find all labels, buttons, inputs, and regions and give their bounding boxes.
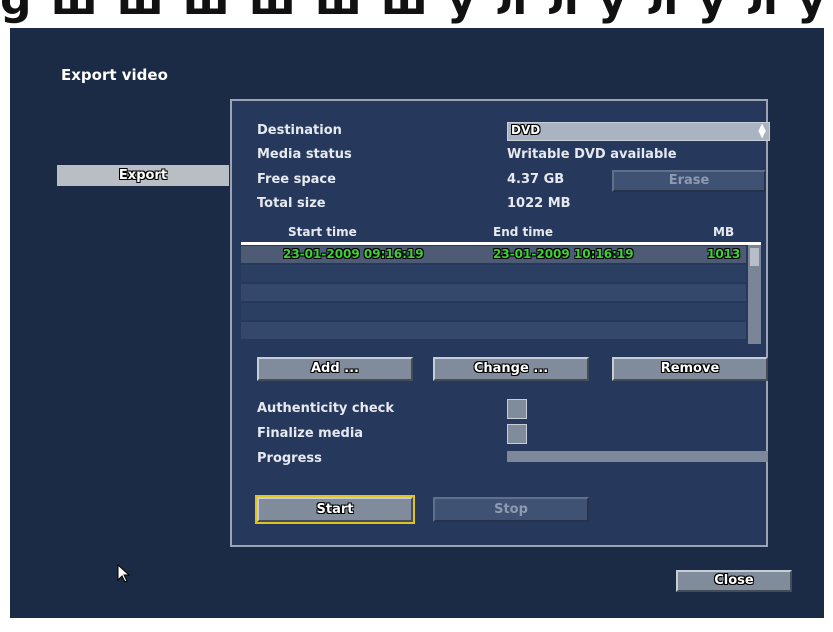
start-button[interactable]: Start bbox=[255, 495, 415, 524]
export-table: Start time End time MB 23-01-2009 09:16:… bbox=[241, 224, 761, 344]
header-divider bbox=[241, 242, 761, 245]
progress-label: Progress bbox=[257, 451, 322, 466]
table-row[interactable] bbox=[241, 284, 746, 301]
export-panel: Destination DVD ▲ ▼ Media status Writable… bbox=[230, 99, 770, 547]
authenticity-check-checkbox[interactable] bbox=[507, 399, 527, 419]
total-size-label: Total size bbox=[257, 196, 326, 211]
row-end-time: 23-01-2009 10:16:19 bbox=[493, 247, 634, 261]
table-row[interactable] bbox=[241, 303, 746, 320]
close-button[interactable]: Close bbox=[676, 570, 792, 592]
free-space-value: 4.37 GB bbox=[507, 172, 565, 187]
total-size-value: 1022 MB bbox=[507, 196, 571, 211]
column-mb[interactable]: MB bbox=[713, 225, 734, 239]
row-mb: 1013 bbox=[707, 247, 741, 261]
media-status-value: Writable DVD available bbox=[507, 147, 677, 162]
sidebar-tab-export[interactable]: Export bbox=[57, 165, 229, 186]
column-end-time[interactable]: End time bbox=[493, 225, 553, 239]
destination-label: Destination bbox=[257, 123, 342, 138]
table-row[interactable]: 23-01-2009 09:16:19 23-01-2009 10:16:19 … bbox=[241, 246, 746, 263]
scrollbar-thumb[interactable] bbox=[750, 248, 759, 266]
top-cropped-text: g ш ш ш ш ш ш у л л у л у л у ( bbox=[0, 0, 833, 28]
change-button[interactable]: Change ... bbox=[433, 357, 589, 381]
destination-value: DVD bbox=[511, 123, 541, 137]
table-scrollbar[interactable] bbox=[748, 245, 761, 344]
mouse-cursor-icon bbox=[117, 564, 131, 583]
add-button[interactable]: Add ... bbox=[257, 357, 413, 381]
column-start-time[interactable]: Start time bbox=[288, 225, 357, 239]
authenticity-check-label: Authenticity check bbox=[257, 401, 395, 416]
erase-button[interactable]: Erase bbox=[612, 170, 766, 192]
destination-select[interactable]: DVD ▲ ▼ bbox=[507, 122, 770, 141]
finalize-media-checkbox[interactable] bbox=[507, 424, 527, 444]
table-row[interactable] bbox=[241, 322, 746, 339]
stop-button[interactable]: Stop bbox=[433, 497, 589, 522]
free-space-label: Free space bbox=[257, 172, 336, 187]
row-start-time: 23-01-2009 09:16:19 bbox=[283, 247, 424, 261]
remove-button[interactable]: Remove bbox=[612, 357, 768, 381]
media-status-label: Media status bbox=[257, 147, 352, 162]
progress-bar bbox=[507, 451, 768, 462]
app-screen: Export video Export Destination DVD ▲ ▼ M… bbox=[10, 28, 824, 618]
finalize-media-label: Finalize media bbox=[257, 426, 364, 441]
table-header: Start time End time MB bbox=[241, 224, 761, 242]
up-down-arrow-icon: ▲ ▼ bbox=[758, 122, 766, 140]
table-row[interactable] bbox=[241, 265, 746, 282]
page-title: Export video bbox=[61, 66, 168, 84]
